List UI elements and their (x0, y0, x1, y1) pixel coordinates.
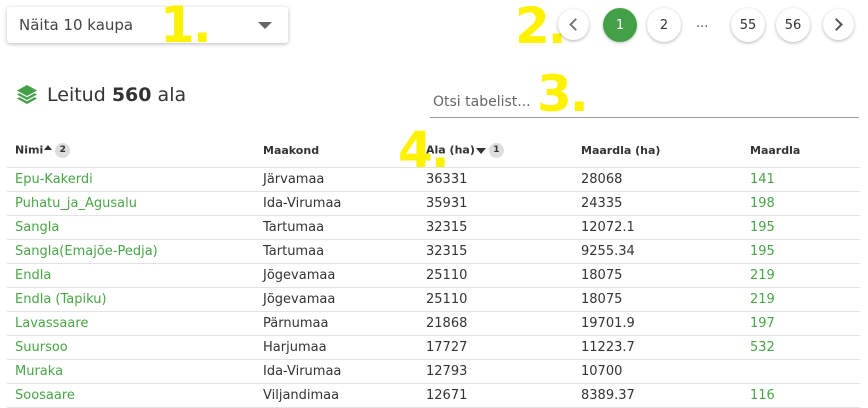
results-count: 560 (111, 84, 152, 106)
annotation-1: 1. (160, 0, 212, 54)
row-peat-area: 8389.37 (581, 382, 750, 408)
results-count-text: Leitud 560 ala (47, 84, 186, 106)
row-peat-area: 24335 (581, 190, 750, 215)
row-peat-area: 12072.1 (581, 214, 750, 239)
row-name-link[interactable]: Epu-Kakerdi (7, 166, 263, 191)
table-row: Puhatu_ja_Agusalu Ida-Virumaa 35931 2433… (7, 190, 860, 215)
table-row: Suursoo Harjumaa 17727 11223.7 532 (7, 334, 860, 359)
row-peat-deposit-link[interactable]: 197 (750, 310, 860, 335)
table-row: Lavassaare Pärnumaa 21868 19701.9 197 (7, 310, 860, 335)
chevron-right-icon (830, 18, 843, 31)
row-area: 32315 (426, 238, 581, 263)
caret-down-icon[interactable] (258, 22, 272, 29)
row-peat-area: 19701.9 (581, 310, 750, 335)
table-row: Endla Jõgevamaa 25110 18075 219 (7, 262, 860, 287)
page-size-select[interactable]: Näita 10 kaupa (7, 7, 288, 43)
table-search (430, 88, 859, 118)
table-header-row: Nimi 2 Maakond Ala (ha) 1 Maardla (ha) Maa… (7, 134, 860, 167)
sort-descending-icon (475, 148, 486, 155)
table-row: Sangla(Emajõe-Pedja) Tartumaa 32315 9255… (7, 238, 860, 263)
row-name-link[interactable]: Muraka (7, 358, 263, 383)
table-row: Soosaare Viljandimaa 12671 8389.37 116 (7, 382, 860, 408)
row-name-link[interactable]: Endla (7, 262, 263, 287)
row-name-link[interactable]: Sangla(Emajõe-Pedja) (7, 238, 263, 263)
row-county: Järvamaa (263, 166, 426, 191)
row-county: Ida-Virumaa (263, 190, 426, 215)
header-peat-deposit[interactable]: Maardla (750, 134, 860, 167)
row-area: 32315 (426, 214, 581, 239)
row-county: Ida-Virumaa (263, 358, 426, 383)
header-area[interactable]: Ala (ha) 1 (426, 134, 581, 167)
row-peat-area: 11223.7 (581, 334, 750, 359)
row-name-link[interactable]: Suursoo (7, 334, 263, 359)
row-county: Jõgevamaa (263, 286, 426, 311)
row-area: 12793 (426, 358, 581, 383)
row-peat-deposit-link[interactable]: 195 (750, 238, 860, 263)
row-peat-deposit-link[interactable]: 198 (750, 190, 860, 215)
layers-icon (17, 85, 37, 104)
header-county[interactable]: Maakond (263, 134, 426, 167)
row-peat-deposit-link[interactable]: 219 (750, 262, 860, 287)
page-button-1[interactable]: 1 (603, 8, 637, 42)
results-suffix: ala (157, 84, 187, 106)
row-peat-area: 28068 (581, 166, 750, 191)
row-peat-deposit-link[interactable]: 219 (750, 286, 860, 311)
table-row: Muraka Ida-Virumaa 12793 10700 (7, 358, 860, 383)
sort-ascending-icon (44, 145, 53, 151)
table-row: Epu-Kakerdi Järvamaa 36331 28068 141 (7, 166, 860, 191)
row-peat-deposit-link[interactable]: 195 (750, 214, 860, 239)
results-table: Nimi 2 Maakond Ala (ha) 1 Maardla (ha) Maa… (7, 134, 860, 408)
row-peat-deposit-link[interactable]: 141 (750, 166, 860, 191)
row-peat-deposit-link[interactable]: 116 (750, 382, 860, 408)
row-area: 21868 (426, 310, 581, 335)
row-name-link[interactable]: Puhatu_ja_Agusalu (7, 190, 263, 215)
header-name[interactable]: Nimi 2 (7, 134, 263, 167)
row-name-link[interactable]: Soosaare (7, 382, 263, 408)
row-peat-area: 10700 (581, 358, 750, 383)
row-area: 25110 (426, 262, 581, 287)
table-row: Sangla Tartumaa 32315 12072.1 195 (7, 214, 860, 239)
next-page-button[interactable] (823, 9, 854, 40)
row-county: Jõgevamaa (263, 262, 426, 287)
row-name-link[interactable]: Lavassaare (7, 310, 263, 335)
row-area: 12671 (426, 382, 581, 408)
search-input[interactable] (430, 88, 859, 116)
page-button-55[interactable]: 55 (731, 8, 765, 42)
row-county: Pärnumaa (263, 310, 426, 335)
sort-order-badge: 2 (55, 142, 71, 158)
header-area-label: Ala (ha) (426, 143, 475, 157)
sort-order-badge: 1 (488, 142, 504, 158)
pagination-ellipsis: ... (696, 16, 709, 31)
header-name-label: Nimi (15, 143, 44, 157)
row-peat-deposit-link[interactable] (750, 358, 860, 383)
row-area: 35931 (426, 190, 581, 215)
table-row: Endla (Tapiku) Jõgevamaa 25110 18075 219 (7, 286, 860, 311)
row-peat-area: 18075 (581, 286, 750, 311)
results-prefix: Leitud (47, 84, 106, 106)
row-area: 25110 (426, 286, 581, 311)
results-summary: Leitud 560 ala (15, 83, 186, 107)
header-peat-area[interactable]: Maardla (ha) (581, 134, 750, 167)
chevron-left-icon (569, 18, 582, 31)
row-name-link[interactable]: Endla (Tapiku) (7, 286, 263, 311)
row-peat-area: 18075 (581, 262, 750, 287)
row-area: 17727 (426, 334, 581, 359)
prev-page-button[interactable] (558, 9, 589, 40)
row-county: Harjumaa (263, 334, 426, 359)
page-button-56[interactable]: 56 (776, 8, 810, 42)
page-size-value: Näita 10 kaupa (19, 16, 134, 34)
row-county: Tartumaa (263, 214, 426, 239)
row-peat-area: 9255.34 (581, 238, 750, 263)
row-peat-deposit-link[interactable]: 532 (750, 334, 860, 359)
row-area: 36331 (426, 166, 581, 191)
page-button-2[interactable]: 2 (647, 8, 681, 42)
row-county: Viljandimaa (263, 382, 426, 408)
row-name-link[interactable]: Sangla (7, 214, 263, 239)
row-county: Tartumaa (263, 238, 426, 263)
